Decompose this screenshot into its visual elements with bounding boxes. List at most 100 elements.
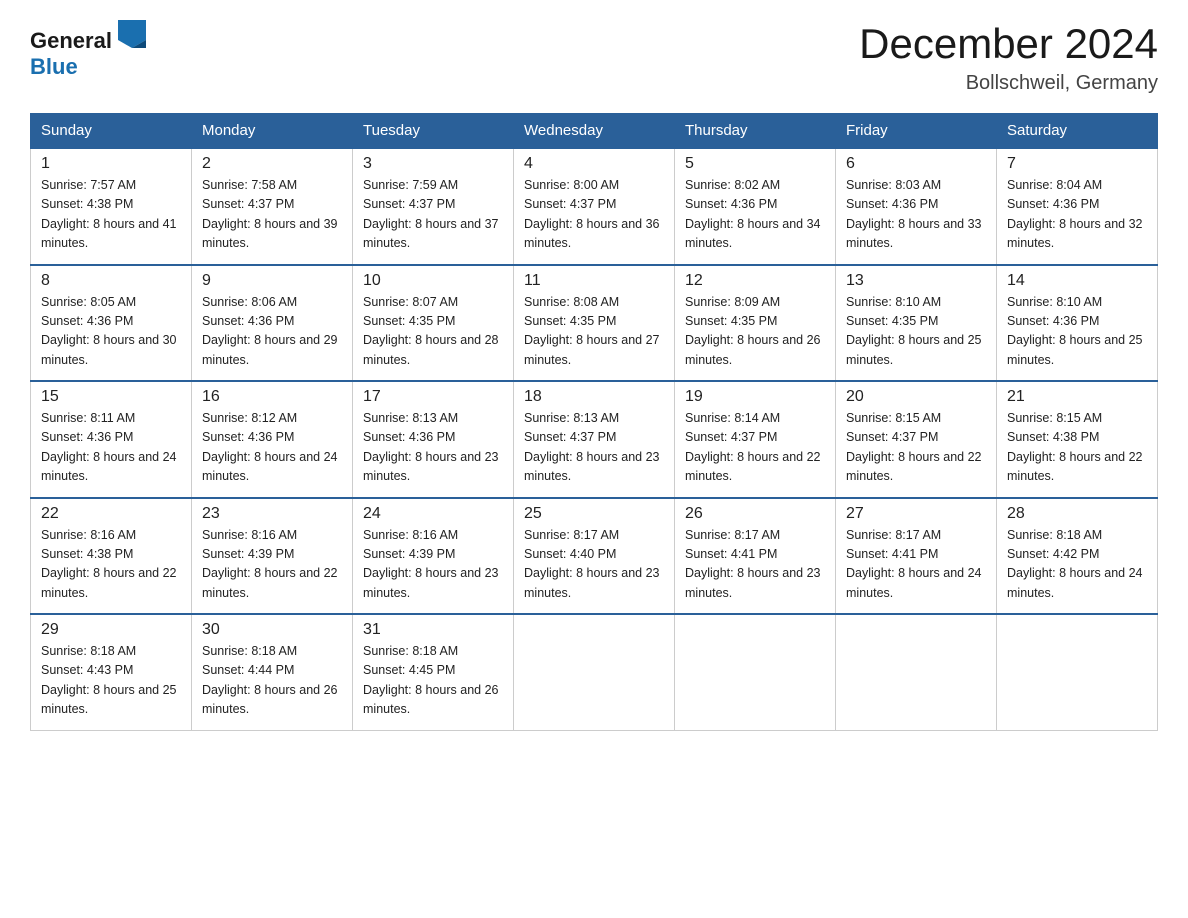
day-number: 16 [202,388,342,406]
day-number: 5 [685,155,825,173]
weekday-header-friday: Friday [836,114,997,149]
day-number: 3 [363,155,503,173]
day-info: Sunrise: 8:18 AMSunset: 4:42 PMDaylight:… [1007,528,1143,600]
calendar-cell: 2 Sunrise: 7:58 AMSunset: 4:37 PMDayligh… [192,148,353,265]
calendar-cell: 10 Sunrise: 8:07 AMSunset: 4:35 PMDaylig… [353,265,514,382]
weekday-header-row: SundayMondayTuesdayWednesdayThursdayFrid… [31,114,1158,149]
calendar-cell: 15 Sunrise: 8:11 AMSunset: 4:36 PMDaylig… [31,381,192,498]
day-info: Sunrise: 8:17 AMSunset: 4:40 PMDaylight:… [524,528,660,600]
day-info: Sunrise: 8:09 AMSunset: 4:35 PMDaylight:… [685,295,821,367]
week-row-1: 1 Sunrise: 7:57 AMSunset: 4:38 PMDayligh… [31,148,1158,265]
calendar-cell: 18 Sunrise: 8:13 AMSunset: 4:37 PMDaylig… [514,381,675,498]
calendar-cell [836,614,997,730]
day-number: 21 [1007,388,1147,406]
day-number: 9 [202,272,342,290]
weekday-header-monday: Monday [192,114,353,149]
day-number: 14 [1007,272,1147,290]
day-info: Sunrise: 8:10 AMSunset: 4:35 PMDaylight:… [846,295,982,367]
weekday-header-tuesday: Tuesday [353,114,514,149]
calendar-table: SundayMondayTuesdayWednesdayThursdayFrid… [30,113,1158,731]
week-row-3: 15 Sunrise: 8:11 AMSunset: 4:36 PMDaylig… [31,381,1158,498]
calendar-cell: 5 Sunrise: 8:02 AMSunset: 4:36 PMDayligh… [675,148,836,265]
calendar-cell: 9 Sunrise: 8:06 AMSunset: 4:36 PMDayligh… [192,265,353,382]
weekday-header-thursday: Thursday [675,114,836,149]
day-info: Sunrise: 8:06 AMSunset: 4:36 PMDaylight:… [202,295,338,367]
day-info: Sunrise: 8:18 AMSunset: 4:45 PMDaylight:… [363,644,499,716]
day-info: Sunrise: 8:12 AMSunset: 4:36 PMDaylight:… [202,411,338,483]
day-number: 13 [846,272,986,290]
day-info: Sunrise: 8:15 AMSunset: 4:38 PMDaylight:… [1007,411,1143,483]
calendar-cell: 26 Sunrise: 8:17 AMSunset: 4:41 PMDaylig… [675,498,836,615]
calendar-cell: 19 Sunrise: 8:14 AMSunset: 4:37 PMDaylig… [675,381,836,498]
calendar-cell: 3 Sunrise: 7:59 AMSunset: 4:37 PMDayligh… [353,148,514,265]
day-info: Sunrise: 8:13 AMSunset: 4:37 PMDaylight:… [524,411,660,483]
day-info: Sunrise: 7:57 AMSunset: 4:38 PMDaylight:… [41,178,177,250]
day-number: 22 [41,505,181,523]
day-info: Sunrise: 8:13 AMSunset: 4:36 PMDaylight:… [363,411,499,483]
weekday-header-sunday: Sunday [31,114,192,149]
day-number: 26 [685,505,825,523]
day-info: Sunrise: 8:02 AMSunset: 4:36 PMDaylight:… [685,178,821,250]
weekday-header-wednesday: Wednesday [514,114,675,149]
day-info: Sunrise: 8:08 AMSunset: 4:35 PMDaylight:… [524,295,660,367]
calendar-cell: 4 Sunrise: 8:00 AMSunset: 4:37 PMDayligh… [514,148,675,265]
day-number: 10 [363,272,503,290]
week-row-4: 22 Sunrise: 8:16 AMSunset: 4:38 PMDaylig… [31,498,1158,615]
day-number: 4 [524,155,664,173]
calendar-cell: 20 Sunrise: 8:15 AMSunset: 4:37 PMDaylig… [836,381,997,498]
day-number: 19 [685,388,825,406]
day-number: 30 [202,621,342,639]
day-info: Sunrise: 8:04 AMSunset: 4:36 PMDaylight:… [1007,178,1143,250]
day-number: 8 [41,272,181,290]
day-info: Sunrise: 8:17 AMSunset: 4:41 PMDaylight:… [846,528,982,600]
calendar-cell: 7 Sunrise: 8:04 AMSunset: 4:36 PMDayligh… [997,148,1158,265]
day-number: 29 [41,621,181,639]
calendar-cell: 1 Sunrise: 7:57 AMSunset: 4:38 PMDayligh… [31,148,192,265]
day-number: 18 [524,388,664,406]
calendar-cell: 11 Sunrise: 8:08 AMSunset: 4:35 PMDaylig… [514,265,675,382]
logo-general: General [30,28,112,53]
day-number: 20 [846,388,986,406]
calendar-cell: 23 Sunrise: 8:16 AMSunset: 4:39 PMDaylig… [192,498,353,615]
day-info: Sunrise: 8:18 AMSunset: 4:43 PMDaylight:… [41,644,177,716]
day-info: Sunrise: 8:03 AMSunset: 4:36 PMDaylight:… [846,178,982,250]
title-block: December 2024 Bollschweil, Germany [859,20,1158,95]
day-number: 6 [846,155,986,173]
calendar-cell: 8 Sunrise: 8:05 AMSunset: 4:36 PMDayligh… [31,265,192,382]
calendar-cell: 25 Sunrise: 8:17 AMSunset: 4:40 PMDaylig… [514,498,675,615]
logo-blue: Blue [30,54,78,79]
calendar-cell: 12 Sunrise: 8:09 AMSunset: 4:35 PMDaylig… [675,265,836,382]
day-info: Sunrise: 8:18 AMSunset: 4:44 PMDaylight:… [202,644,338,716]
day-info: Sunrise: 7:59 AMSunset: 4:37 PMDaylight:… [363,178,499,250]
week-row-2: 8 Sunrise: 8:05 AMSunset: 4:36 PMDayligh… [31,265,1158,382]
day-number: 2 [202,155,342,173]
calendar-cell: 6 Sunrise: 8:03 AMSunset: 4:36 PMDayligh… [836,148,997,265]
logo: General Blue [30,20,146,80]
calendar-cell [997,614,1158,730]
day-info: Sunrise: 8:05 AMSunset: 4:36 PMDaylight:… [41,295,177,367]
day-number: 25 [524,505,664,523]
day-info: Sunrise: 7:58 AMSunset: 4:37 PMDaylight:… [202,178,338,250]
day-number: 31 [363,621,503,639]
day-info: Sunrise: 8:16 AMSunset: 4:38 PMDaylight:… [41,528,177,600]
week-row-5: 29 Sunrise: 8:18 AMSunset: 4:43 PMDaylig… [31,614,1158,730]
calendar-cell: 16 Sunrise: 8:12 AMSunset: 4:36 PMDaylig… [192,381,353,498]
logo-icon [118,20,146,48]
calendar-cell: 21 Sunrise: 8:15 AMSunset: 4:38 PMDaylig… [997,381,1158,498]
calendar-cell: 22 Sunrise: 8:16 AMSunset: 4:38 PMDaylig… [31,498,192,615]
day-number: 12 [685,272,825,290]
day-info: Sunrise: 8:17 AMSunset: 4:41 PMDaylight:… [685,528,821,600]
calendar-cell: 13 Sunrise: 8:10 AMSunset: 4:35 PMDaylig… [836,265,997,382]
calendar-cell: 28 Sunrise: 8:18 AMSunset: 4:42 PMDaylig… [997,498,1158,615]
day-info: Sunrise: 8:14 AMSunset: 4:37 PMDaylight:… [685,411,821,483]
day-info: Sunrise: 8:15 AMSunset: 4:37 PMDaylight:… [846,411,982,483]
page-title: December 2024 [859,20,1158,68]
day-info: Sunrise: 8:00 AMSunset: 4:37 PMDaylight:… [524,178,660,250]
day-info: Sunrise: 8:16 AMSunset: 4:39 PMDaylight:… [363,528,499,600]
day-number: 1 [41,155,181,173]
page-location: Bollschweil, Germany [859,72,1158,95]
weekday-header-saturday: Saturday [997,114,1158,149]
calendar-cell: 30 Sunrise: 8:18 AMSunset: 4:44 PMDaylig… [192,614,353,730]
day-number: 28 [1007,505,1147,523]
calendar-cell: 17 Sunrise: 8:13 AMSunset: 4:36 PMDaylig… [353,381,514,498]
